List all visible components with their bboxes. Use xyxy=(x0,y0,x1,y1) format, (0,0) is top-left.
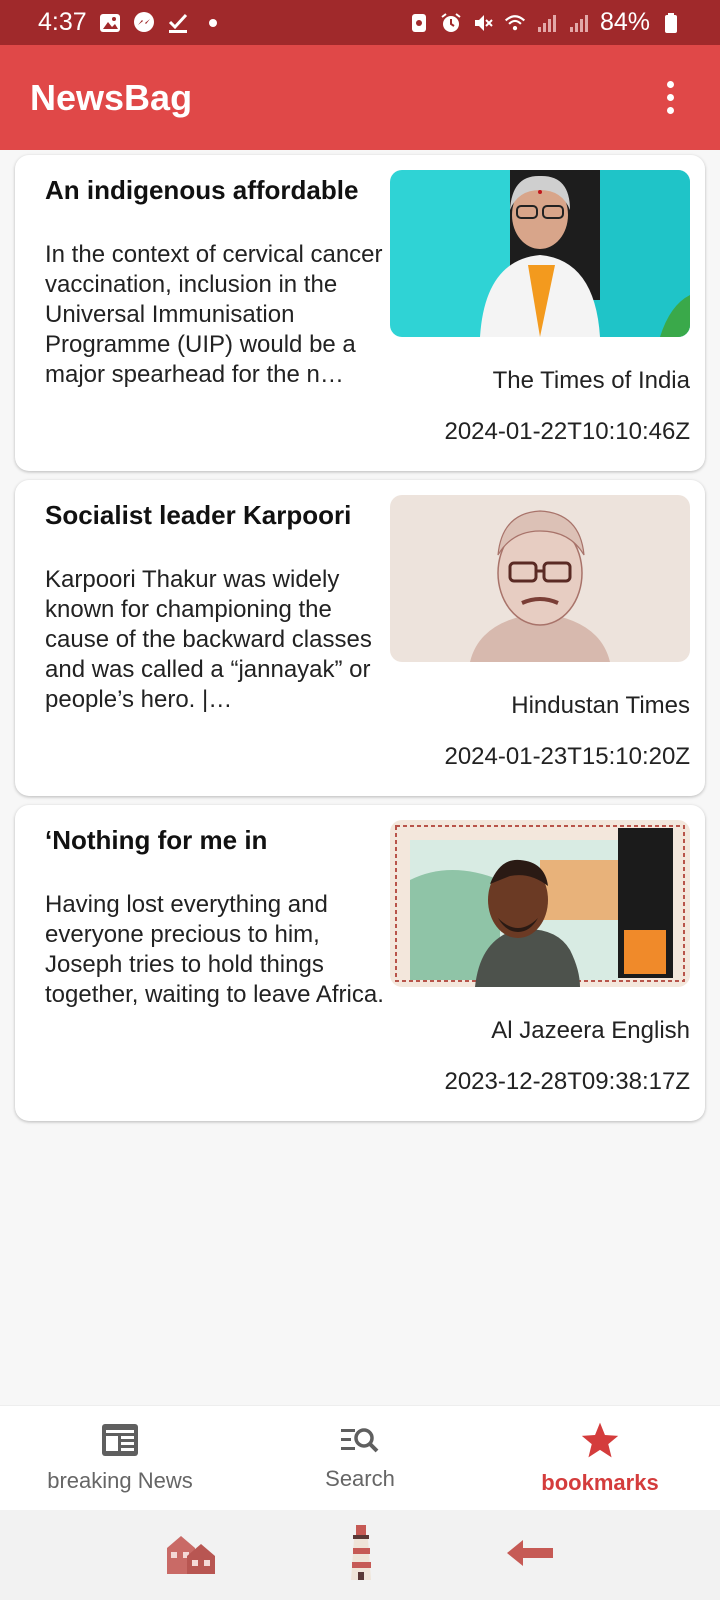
signal-icon xyxy=(536,12,558,34)
article-source: The Times of India xyxy=(492,367,690,394)
clock: 4:37 xyxy=(38,8,87,36)
notification-dot xyxy=(208,18,217,27)
mute-icon xyxy=(472,12,494,34)
article-title: ‘Nothing for me in xyxy=(45,825,268,855)
article-source: Hindustan Times xyxy=(511,692,690,719)
more-vert-icon-dot xyxy=(666,107,674,114)
article-source: Al Jazeera English xyxy=(491,1017,690,1044)
battery-percent: 84% xyxy=(599,8,650,36)
app-title: NewsBag xyxy=(30,76,193,118)
more-vert-icon-dot xyxy=(666,81,674,88)
article-image xyxy=(390,170,690,337)
recent-apps-icon[interactable] xyxy=(165,1530,217,1581)
check-icon xyxy=(167,12,189,34)
app-bar: NewsBag xyxy=(0,45,720,150)
more-vert-icon-dot xyxy=(666,94,674,101)
status-right: 84% xyxy=(408,8,682,37)
nav-breaking-news[interactable]: breaking News xyxy=(0,1406,240,1510)
article-card[interactable]: ‘Nothing for me in Having lost everythin… xyxy=(15,805,705,1121)
back-arrow-icon[interactable] xyxy=(505,1538,555,1573)
search-list-icon xyxy=(340,1425,380,1460)
newspaper-icon xyxy=(101,1423,139,1462)
messenger-icon xyxy=(133,11,155,34)
home-lighthouse-icon[interactable] xyxy=(347,1524,375,1587)
wifi-icon xyxy=(504,12,526,34)
nav-label: Search xyxy=(325,1465,395,1491)
article-date: 2024-01-23T15:10:20Z xyxy=(444,743,690,770)
gallery-icon xyxy=(99,12,121,34)
nav-label: breaking News xyxy=(47,1467,193,1493)
article-image xyxy=(390,495,690,662)
article-image xyxy=(390,820,690,987)
article-description: In the context of cervical cancer vaccin… xyxy=(45,241,383,388)
article-date: 2024-01-22T10:10:46Z xyxy=(444,418,690,445)
signal-icon xyxy=(568,12,590,34)
article-title: Socialist leader Karpoori xyxy=(45,500,352,530)
article-description: Having lost everything and everyone prec… xyxy=(45,891,384,1008)
article-description: Karpoori Thakur was widely known for cha… xyxy=(45,566,372,713)
article-card[interactable]: An indigenous affordable In the context … xyxy=(15,155,705,471)
article-date: 2023-12-28T09:38:17Z xyxy=(444,1068,690,1095)
overflow-menu-button[interactable] xyxy=(650,68,690,128)
nfc-icon xyxy=(408,12,430,34)
article-title: An indigenous affordable xyxy=(45,175,359,205)
nav-label: bookmarks xyxy=(541,1469,659,1495)
system-navigation-bar xyxy=(0,1510,720,1600)
nav-search[interactable]: Search xyxy=(240,1406,480,1510)
bottom-navigation: breaking News Search bookmarks xyxy=(0,1405,720,1510)
status-bar: 4:37 84% xyxy=(0,0,720,45)
article-card[interactable]: Socialist leader Karpoori Karpoori Thaku… xyxy=(15,480,705,796)
status-left: 4:37 xyxy=(38,8,217,37)
alarm-icon xyxy=(440,12,462,34)
nav-bookmarks[interactable]: bookmarks xyxy=(480,1406,720,1510)
battery-icon xyxy=(660,12,682,34)
star-icon xyxy=(580,1421,620,1464)
